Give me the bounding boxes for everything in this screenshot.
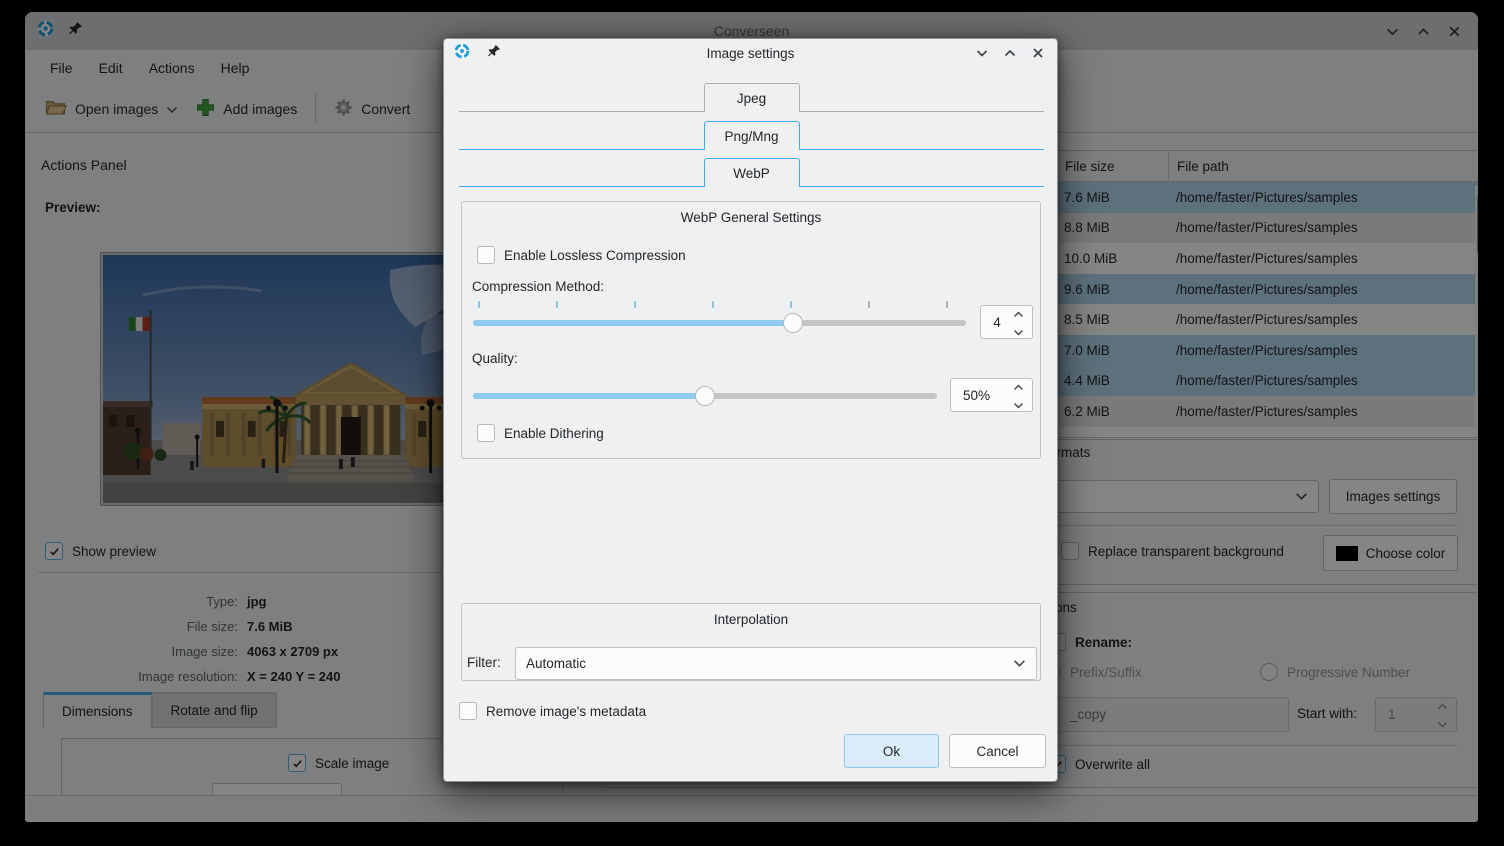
quality-value: 50% — [951, 388, 1013, 403]
close-icon[interactable] — [1031, 46, 1045, 60]
pin-icon[interactable] — [487, 44, 501, 63]
quality-slider[interactable] — [473, 382, 937, 408]
remove-metadata-checkbox[interactable]: Remove image's metadata — [459, 702, 646, 720]
pngmng-tabbar: Png/Mng — [459, 120, 1044, 150]
checkbox-box — [477, 424, 495, 442]
webp-general-settings-group: WebP General Settings Enable Lossless Co… — [461, 201, 1041, 459]
checkbox-box — [459, 702, 477, 720]
compression-method-value: 4 — [981, 315, 1013, 330]
tab-jpeg[interactable]: Jpeg — [704, 83, 800, 112]
app-icon — [454, 43, 470, 64]
spin-down-icon[interactable] — [1013, 324, 1024, 339]
compression-method-spinner[interactable]: 4 — [980, 305, 1033, 339]
filter-label: Filter: — [467, 655, 501, 670]
interpolation-group: Interpolation Filter: Automatic — [461, 603, 1041, 681]
slider-handle[interactable] — [783, 313, 803, 333]
webp-group-title: WebP General Settings — [462, 210, 1040, 225]
ok-button[interactable]: Ok — [844, 734, 939, 768]
quality-spinner[interactable]: 50% — [950, 378, 1033, 412]
webp-tabbar: WebP — [459, 157, 1044, 187]
checkbox-box — [477, 246, 495, 264]
filter-select[interactable]: Automatic — [515, 647, 1037, 680]
enable-lossless-compression-checkbox[interactable]: Enable Lossless Compression — [477, 246, 686, 264]
interpolation-group-title: Interpolation — [462, 612, 1040, 627]
maximize-icon[interactable] — [1003, 46, 1017, 60]
tab-png-mng[interactable]: Png/Mng — [704, 121, 800, 150]
slider-handle[interactable] — [695, 386, 715, 406]
jpeg-tabbar: Jpeg — [459, 82, 1044, 112]
spin-up-icon[interactable] — [1013, 379, 1024, 394]
spin-down-icon[interactable] — [1013, 397, 1024, 412]
chevron-down-icon — [1013, 656, 1026, 671]
minimize-icon[interactable] — [975, 46, 989, 60]
lossless-label: Enable Lossless Compression — [504, 248, 686, 263]
remove-metadata-label: Remove image's metadata — [486, 704, 646, 719]
cancel-button[interactable]: Cancel — [949, 734, 1046, 768]
compression-method-slider[interactable] — [473, 309, 966, 335]
dithering-label: Enable Dithering — [504, 426, 604, 441]
image-settings-dialog: Image settings Jpeg Png/Mng WebP WebP Ge… — [443, 38, 1058, 782]
dialog-title: Image settings — [444, 46, 1057, 61]
compression-method-label: Compression Method: — [472, 279, 604, 294]
spin-up-icon[interactable] — [1013, 306, 1024, 321]
filter-select-value: Automatic — [526, 656, 1013, 671]
quality-label: Quality: — [472, 351, 518, 366]
enable-dithering-checkbox[interactable]: Enable Dithering — [477, 424, 604, 442]
tab-webp[interactable]: WebP — [704, 158, 800, 187]
dialog-titlebar[interactable]: Image settings — [444, 39, 1057, 67]
